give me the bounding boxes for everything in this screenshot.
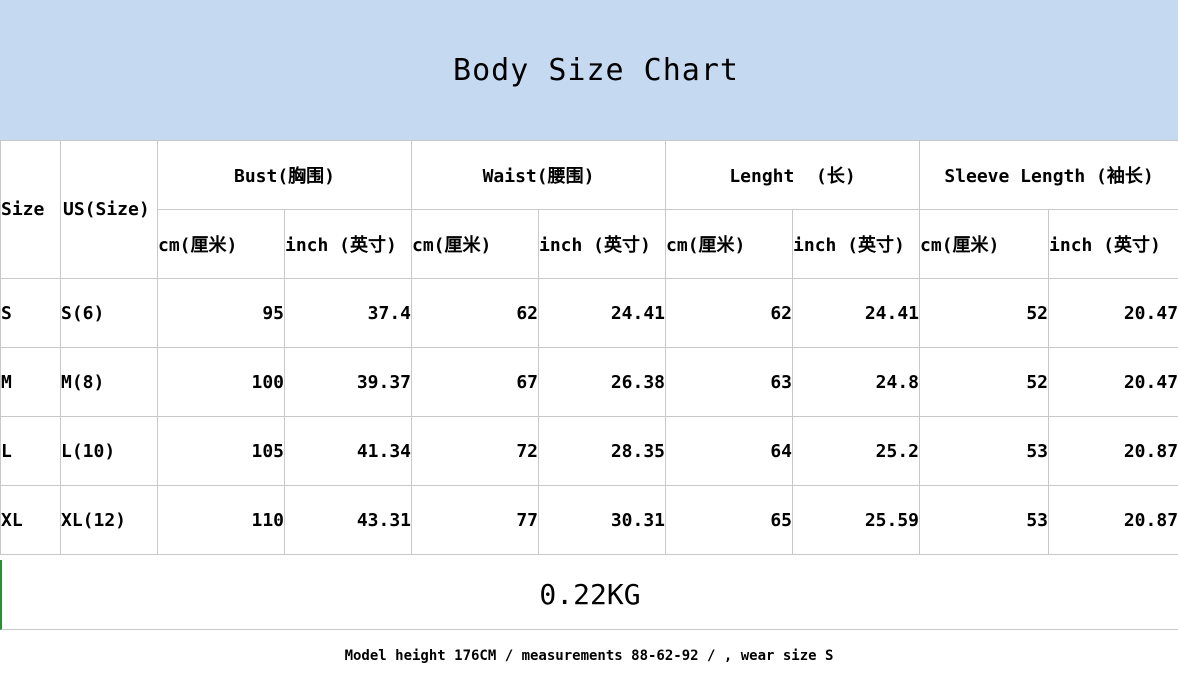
sleeve-length-header: Sleeve Length (袖长) — [919, 140, 1178, 210]
unit-header-inch: inch (英寸) — [1048, 209, 1178, 279]
length-cm-cell: 65 — [665, 485, 794, 555]
unit-header-cm: cm(厘米) — [919, 209, 1050, 279]
bust-cm-cell: 100 — [157, 347, 285, 417]
us-size-cell: S(6) — [60, 278, 158, 348]
bust-cm-cell: 110 — [157, 485, 285, 555]
size-cell: M — [0, 347, 61, 417]
sleeve-inch-cell: 20.47 — [1048, 278, 1178, 348]
sleeve-cm-cell: 52 — [919, 347, 1050, 417]
unit-header-cm: cm(厘米) — [157, 209, 285, 279]
unit-header-inch: inch (英寸) — [284, 209, 412, 279]
unit-header-cm: cm(厘米) — [411, 209, 539, 279]
waist-cm-cell: 77 — [411, 485, 539, 555]
us-size-cell: L(10) — [60, 416, 158, 486]
sleeve-inch-cell: 20.87 — [1048, 416, 1178, 486]
weight-value: 0.22KG — [539, 578, 641, 611]
bust-header: Bust(胸围) — [157, 140, 412, 210]
sleeve-cm-cell: 53 — [919, 485, 1050, 555]
waist-inch-cell: 24.41 — [537, 278, 667, 348]
size-cell: L — [0, 416, 61, 486]
waist-cm-cell: 62 — [411, 278, 539, 348]
length-cm-cell: 63 — [665, 347, 794, 417]
model-note-row: Model height 176CM / measurements 88-62-… — [0, 630, 1178, 682]
bust-cm-cell: 105 — [157, 416, 285, 486]
weight-row: 0.22KG — [0, 560, 1178, 630]
bust-inch-cell: 41.34 — [284, 416, 412, 486]
header-row-groups: Size US(Size) Bust(胸围) Waist(腰围) Lenght … — [0, 140, 1178, 279]
sleeve-inch-cell: 20.87 — [1048, 485, 1178, 555]
sleeve-inch-cell: 20.47 — [1048, 347, 1178, 417]
length-cm-cell: 64 — [665, 416, 794, 486]
bust-inch-cell: 37.4 — [284, 278, 412, 348]
bust-inch-cell: 39.37 — [284, 347, 412, 417]
waist-inch-cell: 26.38 — [537, 347, 667, 417]
us-size-header: US(Size) — [60, 140, 158, 279]
table-row: L L(10) 105 41.34 72 28.35 64 25.2 53 20… — [0, 416, 1178, 486]
waist-header: Waist(腰围) — [410, 140, 667, 210]
waist-cm-cell: 67 — [411, 347, 539, 417]
page-title: Body Size Chart — [453, 52, 739, 88]
size-cell: XL — [0, 485, 61, 555]
table-row: S S(6) 95 37.4 62 24.41 62 24.41 52 20.4… — [0, 278, 1178, 348]
unit-header-inch: inch (英寸) — [792, 209, 921, 279]
model-note: Model height 176CM / measurements 88-62-… — [344, 648, 834, 664]
length-inch-cell: 24.41 — [792, 278, 921, 348]
table-row: XL XL(12) 110 43.31 77 30.31 65 25.59 53… — [0, 485, 1178, 555]
size-header: Size — [0, 140, 61, 279]
waist-cm-cell: 72 — [411, 416, 539, 486]
sleeve-cm-cell: 52 — [919, 278, 1050, 348]
bust-inch-cell: 43.31 — [284, 485, 412, 555]
length-inch-cell: 25.59 — [792, 485, 921, 555]
bust-cm-cell: 95 — [157, 278, 285, 348]
waist-inch-cell: 28.35 — [537, 416, 667, 486]
size-cell: S — [0, 278, 61, 348]
us-size-cell: M(8) — [60, 347, 158, 417]
unit-header-cm: cm(厘米) — [665, 209, 794, 279]
header-row-units: cm(厘米) inch (英寸) cm(厘米) inch (英寸) cm(厘米)… — [1, 209, 1178, 279]
unit-header-inch: inch (英寸) — [537, 209, 667, 279]
length-inch-cell: 25.2 — [792, 416, 921, 486]
length-header: Lenght (长) — [665, 140, 921, 210]
us-size-cell: XL(12) — [60, 485, 158, 555]
table-row: M M(8) 100 39.37 67 26.38 63 24.8 52 20.… — [0, 347, 1178, 417]
length-cm-cell: 62 — [665, 278, 794, 348]
length-inch-cell: 24.8 — [792, 347, 921, 417]
size-chart-table: Size US(Size) Bust(胸围) Waist(腰围) Lenght … — [0, 140, 1178, 555]
waist-inch-cell: 30.31 — [537, 485, 667, 555]
sleeve-cm-cell: 53 — [919, 416, 1050, 486]
title-band: Body Size Chart — [0, 0, 1178, 140]
